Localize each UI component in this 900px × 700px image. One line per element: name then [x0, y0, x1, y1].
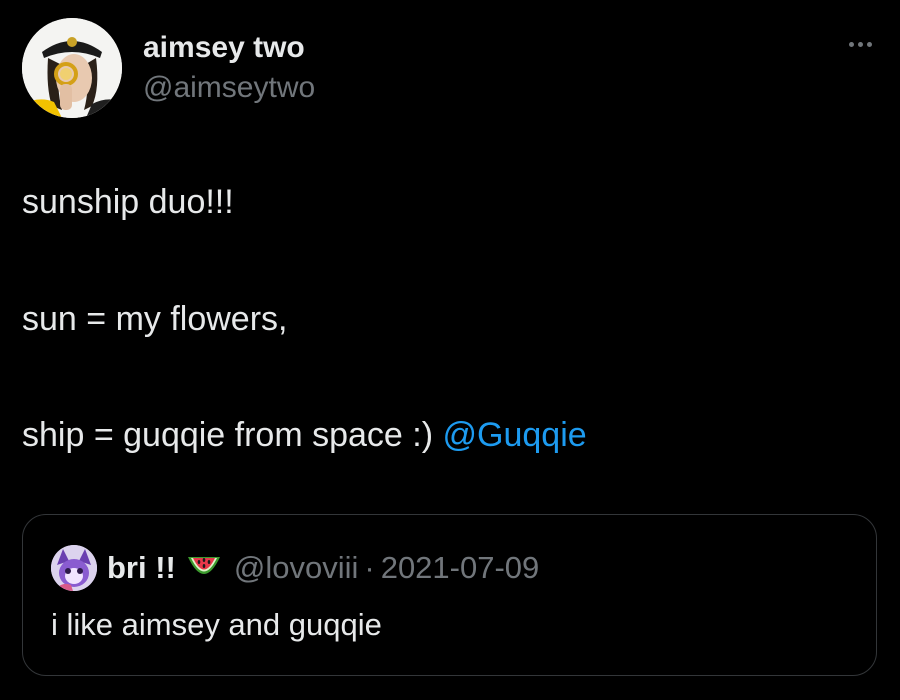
meta-separator: · [364, 550, 375, 585]
quoted-display-name[interactable]: bri !! [107, 550, 176, 586]
more-dot [866, 41, 872, 47]
more-dot [848, 41, 854, 47]
more-options-icon[interactable] [840, 32, 880, 56]
tweet-header: aimsey two @aimseytwo [22, 18, 315, 118]
tweet-text-line-with-mention: ship = guqqie from space :) @Guqqie [22, 415, 587, 455]
author-names: aimsey two @aimseytwo [143, 28, 315, 108]
watermelon-icon [186, 553, 222, 583]
author-avatar[interactable] [22, 18, 122, 118]
tweet: aimsey two @aimseytwo sunship duo!!! sun… [0, 0, 900, 700]
mention-link[interactable]: @Guqqie [443, 416, 587, 454]
quoted-tweet-header: bri !! @lovoviii · 2021-07-09 [51, 545, 539, 591]
author-avatar-image [22, 18, 122, 118]
tweet-text-line: sunship duo!!! [22, 183, 234, 221]
tweet-text-line: sun = my flowers, [22, 300, 288, 338]
author-display-name[interactable]: aimsey two [143, 28, 315, 68]
quoted-author-avatar-image [51, 545, 97, 591]
quoted-handle[interactable]: @lovoviii [234, 550, 359, 586]
quoted-date[interactable]: 2021-07-09 [381, 550, 540, 586]
tweet-text-line: ship = guqqie from space :) [22, 416, 434, 454]
quoted-tweet-text: i like aimsey and guqqie [51, 607, 382, 642]
author-handle[interactable]: @aimseytwo [143, 68, 315, 108]
more-dot [857, 41, 863, 47]
quoted-tweet-card[interactable]: bri !! @lovoviii · 2021-07-09 i like aim… [22, 514, 877, 676]
quoted-author-avatar[interactable] [51, 545, 97, 591]
